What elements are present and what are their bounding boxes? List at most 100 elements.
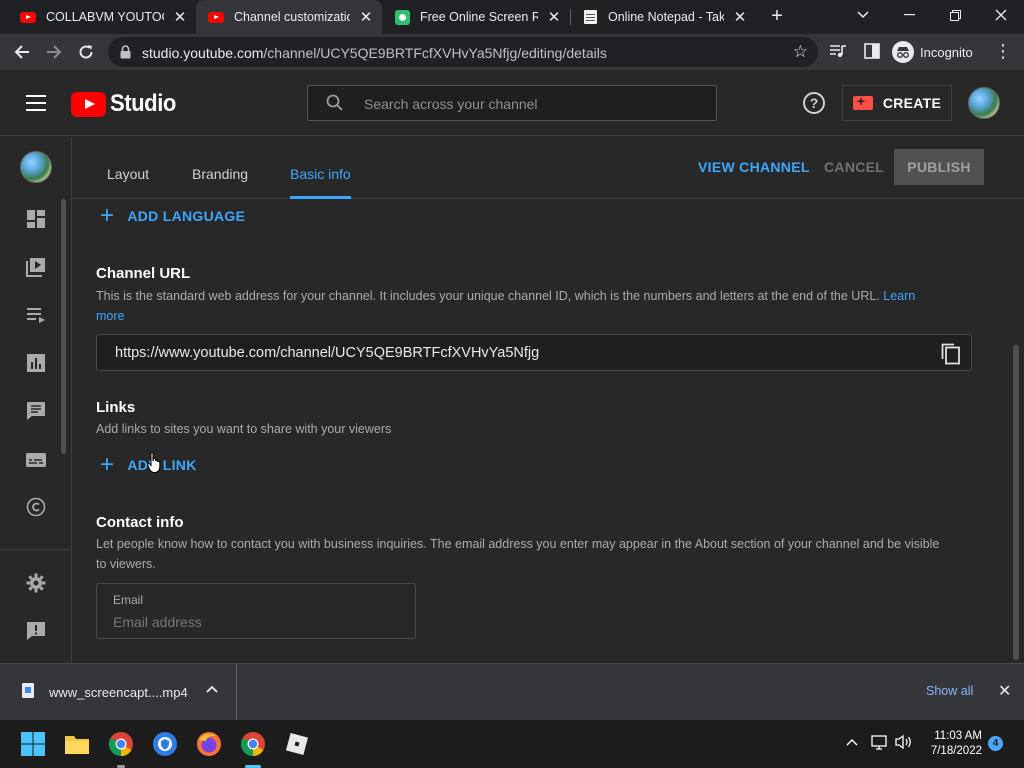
chevron-up-tray-icon[interactable]	[846, 734, 858, 749]
publish-button[interactable]: PUBLISH	[894, 149, 984, 185]
lock-icon[interactable]	[120, 45, 131, 64]
channel-avatar[interactable]	[20, 151, 52, 183]
sidebar-scrollbar[interactable]	[61, 199, 66, 454]
tab-basic-info[interactable]: Basic info	[290, 166, 351, 182]
browser-tab-notepad[interactable]: Online Notepad - Take ✕	[570, 0, 756, 34]
customization-tabs: Layout Branding Basic info VIEW CHANNEL …	[72, 137, 1024, 199]
notification-badge[interactable]: 4	[988, 736, 1003, 751]
plus-icon: +	[100, 202, 115, 229]
search-icon[interactable]	[326, 94, 344, 117]
forward-button[interactable]	[40, 38, 68, 66]
close-icon[interactable]: ✕	[358, 9, 374, 26]
download-bar: www_screencapt....mp4 Show all ✕	[0, 663, 1024, 720]
email-field[interactable]: Email	[96, 583, 416, 639]
tab-layout[interactable]: Layout	[107, 166, 149, 182]
media-controls-icon[interactable]	[829, 42, 849, 62]
tab-search-button[interactable]	[840, 0, 886, 30]
create-label: CREATE	[882, 95, 942, 111]
reload-button[interactable]	[72, 38, 100, 66]
analytics-icon[interactable]	[26, 353, 46, 373]
volume-icon[interactable]	[895, 734, 913, 753]
show-all-downloads-button[interactable]: Show all	[926, 684, 973, 698]
contact-info-description: Let people know how to contact you with …	[96, 537, 940, 571]
roblox-icon[interactable]	[284, 731, 310, 757]
dashboard-icon[interactable]	[26, 209, 46, 229]
network-icon[interactable]	[871, 734, 889, 753]
sidebar	[0, 137, 72, 663]
chrome-icon[interactable]	[108, 731, 134, 757]
browser-toolbar: studio.youtube.com/channel/UCY5QE9BRTFcf…	[0, 34, 1024, 70]
browser-menu-icon[interactable]: ⋮	[994, 40, 1012, 62]
close-window-button[interactable]	[978, 0, 1024, 30]
windows-start-icon[interactable]	[20, 731, 46, 757]
add-language-button[interactable]: + ADD LANGUAGE	[100, 202, 246, 229]
url-path: /channel/UCY5QE9BRTFcfXVHvYa5Nfjg/editin…	[263, 45, 607, 61]
firefox-icon[interactable]	[196, 731, 222, 757]
address-bar[interactable]: studio.youtube.com/channel/UCY5QE9BRTFcf…	[108, 37, 818, 67]
clock-date: 7/18/2022	[930, 745, 982, 757]
restore-button[interactable]	[932, 0, 978, 30]
browser-tab-strip: COLLABVM YOUTOOB ✕ Channel customization…	[0, 0, 1024, 34]
chrome-active-icon[interactable]	[240, 731, 266, 757]
hand-cursor-icon	[147, 452, 163, 479]
subtitles-icon[interactable]	[26, 450, 46, 470]
copyright-icon[interactable]	[26, 497, 46, 517]
taskbar: 11:03 AM 7/18/2022 4	[0, 720, 1024, 768]
system-clock[interactable]: 11:03 AM 7/18/2022	[916, 729, 982, 759]
youtube-icon	[20, 9, 36, 25]
secure-browser-icon[interactable]	[152, 731, 178, 757]
links-description: Add links to sites you want to share wit…	[96, 422, 392, 436]
close-download-bar-icon[interactable]: ✕	[998, 681, 1011, 701]
side-panel-icon[interactable]	[863, 42, 883, 62]
youtube-logo-icon	[71, 91, 106, 117]
bookmark-star-icon[interactable]: ☆	[793, 42, 808, 62]
contact-info-heading: Contact info	[96, 514, 184, 531]
studio-logo-text: Studio	[110, 90, 176, 117]
help-icon[interactable]: ?	[803, 92, 825, 114]
browser-tab-channel-customization[interactable]: Channel customization ✕	[196, 0, 382, 34]
file-explorer-icon[interactable]	[64, 731, 90, 757]
send-feedback-icon[interactable]	[26, 621, 46, 641]
close-icon[interactable]: ✕	[732, 9, 748, 26]
comments-icon[interactable]	[26, 401, 46, 421]
youtube-icon	[208, 9, 224, 25]
main-content: Layout Branding Basic info VIEW CHANNEL …	[72, 137, 1024, 663]
tab-branding[interactable]: Branding	[192, 166, 248, 182]
channel-url-description: This is the standard web address for you…	[96, 286, 976, 326]
channel-url-description-text: This is the standard web address for you…	[96, 289, 880, 303]
new-tab-button[interactable]: +	[766, 6, 788, 28]
create-video-icon	[852, 93, 873, 110]
chevron-up-icon[interactable]	[206, 682, 218, 696]
incognito-indicator[interactable]: Incognito	[892, 40, 973, 64]
close-icon[interactable]: ✕	[172, 9, 188, 26]
studio-logo[interactable]: Studio	[71, 90, 182, 118]
email-input[interactable]	[113, 612, 403, 632]
create-button[interactable]: CREATE	[842, 85, 952, 121]
playlists-icon[interactable]	[26, 305, 46, 325]
main-scrollbar[interactable]	[1013, 345, 1019, 660]
search-input[interactable]	[364, 94, 704, 114]
channel-url-value[interactable]: https://www.youtube.com/channel/UCY5QE9B…	[115, 345, 539, 361]
content-icon[interactable]	[26, 257, 46, 277]
hamburger-menu-icon[interactable]	[26, 95, 46, 111]
clock-time: 11:03 AM	[934, 730, 982, 742]
copy-icon[interactable]	[941, 343, 961, 370]
incognito-icon	[892, 41, 914, 63]
back-button[interactable]	[8, 38, 36, 66]
add-language-label: ADD LANGUAGE	[127, 208, 246, 224]
download-item[interactable]: www_screencapt....mp4	[0, 664, 237, 720]
view-channel-button[interactable]: VIEW CHANNEL	[698, 159, 810, 175]
tab-title: Channel customization	[234, 10, 350, 24]
search-box[interactable]	[307, 85, 717, 121]
close-icon[interactable]: ✕	[546, 9, 562, 26]
tab-title: Free Online Screen Rec	[420, 10, 538, 24]
browser-tab-screen-recorder[interactable]: Free Online Screen Rec ✕	[382, 0, 570, 34]
url-text[interactable]: studio.youtube.com/channel/UCY5QE9BRTFcf…	[142, 45, 607, 61]
minimize-button[interactable]	[886, 0, 932, 30]
settings-icon[interactable]	[26, 573, 46, 593]
cancel-button[interactable]: CANCEL	[824, 159, 884, 175]
studio-header: Studio ? CREATE	[0, 70, 1024, 136]
account-avatar[interactable]	[968, 87, 1000, 119]
channel-url-heading: Channel URL	[96, 265, 191, 282]
browser-tab-collabvm[interactable]: COLLABVM YOUTOOB ✕	[8, 0, 196, 34]
